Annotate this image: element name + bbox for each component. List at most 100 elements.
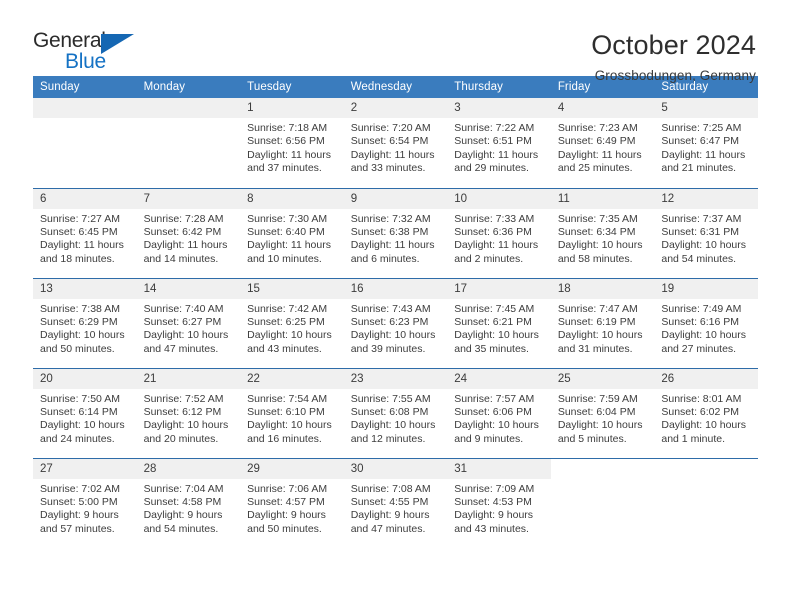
sunset-text: Sunset: 6:02 PM (661, 405, 740, 418)
calendar-week-row: 1 Sunrise: 7:18 AM Sunset: 6:56 PM Daylight… (33, 98, 758, 188)
calendar-day-cell[interactable]: 5 Sunrise: 7:25 AM Sunset: 6:47 PM Daylight… (654, 98, 758, 188)
calendar-day-cell[interactable]: 26 Sunrise: 8:01 AM Sunset: 6:02 PM Dayligh… (654, 367, 758, 458)
daylight-text: Daylight: 11 hours and 25 minutes. (557, 148, 642, 175)
title-block: October 2024 Grossbodungen, Germany (591, 28, 756, 83)
sunrise-text: Sunrise: 7:38 AM (40, 302, 120, 315)
day-number: 18 (550, 278, 655, 299)
daylight-text: Daylight: 9 hours and 50 minutes. (247, 509, 326, 535)
day-number: 10 (447, 188, 551, 209)
day-number: 11 (550, 188, 655, 209)
calendar-day-cell[interactable]: 28 Sunrise: 7:04 AM Sunset: 4:58 PM Dayligh… (136, 457, 241, 548)
day-sun-info: Sunrise: 7:18 AM Sunset: 6:56 PM Daylight:… (240, 118, 344, 176)
day-number: 19 (654, 278, 758, 299)
day-number (551, 459, 655, 479)
sunrise-text: Sunrise: 7:33 AM (454, 212, 535, 225)
sunset-text: Sunset: 6:16 PM (661, 315, 740, 328)
calendar-day-cell[interactable]: 8 Sunrise: 7:30 AM Sunset: 6:40 PM Daylight… (240, 187, 344, 278)
daylight-text: Daylight: 10 hours and 31 minutes. (557, 329, 643, 355)
sunrise-text: Sunrise: 7:43 AM (350, 302, 431, 315)
day-sun-info: Sunrise: 7:49 AM Sunset: 6:16 PM Daylight:… (654, 299, 758, 357)
calendar-cell-empty (33, 98, 137, 188)
calendar-day-cell[interactable]: 14 Sunrise: 7:40 AM Sunset: 6:27 PM Dayligh… (136, 277, 241, 368)
day-sun-info: Sunrise: 7:20 AM Sunset: 6:54 PM Daylight:… (344, 118, 448, 176)
calendar-table: Sunday Monday Tuesday Wednesday Thursday… (33, 76, 758, 548)
calendar-day-cell[interactable]: 2 Sunrise: 7:20 AM Sunset: 6:54 PM Daylight… (343, 98, 448, 188)
sunset-text: Sunset: 6:21 PM (454, 315, 532, 328)
sunrise-text: Sunrise: 8:01 AM (661, 392, 742, 405)
calendar-day-cell[interactable]: 27 Sunrise: 7:02 AM Sunset: 5:00 PM Dayligh… (33, 457, 137, 548)
calendar-day-cell[interactable]: 7 Sunrise: 7:28 AM Sunset: 6:42 PM Daylight… (136, 187, 241, 278)
sunrise-text: Sunrise: 7:04 AM (143, 482, 224, 495)
calendar-day-cell[interactable]: 31 Sunrise: 7:09 AM Sunset: 4:53 PM Dayligh… (447, 457, 551, 548)
day-sun-info: Sunrise: 7:54 AM Sunset: 6:10 PM Daylight:… (240, 389, 344, 447)
day-sun-info: Sunrise: 7:25 AM Sunset: 6:47 PM Daylight:… (654, 118, 758, 176)
calendar-day-cell[interactable]: 10 Sunrise: 7:33 AM Sunset: 6:36 PM Dayligh… (447, 187, 551, 278)
daylight-text: Daylight: 10 hours and 20 minutes. (143, 419, 229, 445)
sunrise-text: Sunrise: 7:49 AM (661, 302, 742, 315)
general-blue-logo[interactable]: General Blue (33, 28, 148, 80)
day-sun-info: Sunrise: 7:27 AM Sunset: 6:45 PM Daylight:… (33, 209, 137, 267)
calendar-day-cell[interactable]: 9 Sunrise: 7:32 AM Sunset: 6:38 PM Daylight… (343, 187, 448, 278)
daylight-text: Daylight: 10 hours and 1 minute. (661, 419, 747, 445)
calendar-day-cell[interactable]: 20 Sunrise: 7:50 AM Sunset: 6:14 PM Dayligh… (33, 367, 137, 458)
calendar-day-cell[interactable]: 23 Sunrise: 7:55 AM Sunset: 6:08 PM Dayligh… (343, 367, 448, 458)
weekday-header-tuesday: Tuesday (240, 76, 344, 98)
calendar-day-cell[interactable]: 11 Sunrise: 7:35 AM Sunset: 6:34 PM Dayligh… (550, 187, 655, 278)
calendar-day-cell[interactable]: 17 Sunrise: 7:45 AM Sunset: 6:21 PM Dayligh… (447, 277, 551, 368)
day-sun-info: Sunrise: 7:52 AM Sunset: 6:12 PM Daylight:… (137, 389, 241, 447)
sunrise-text: Sunrise: 7:55 AM (350, 392, 431, 405)
calendar-day-cell[interactable]: 21 Sunrise: 7:52 AM Sunset: 6:12 PM Dayligh… (136, 367, 241, 458)
day-sun-info: Sunrise: 7:08 AM Sunset: 4:55 PM Daylight:… (344, 479, 448, 537)
calendar-day-cell[interactable]: 29 Sunrise: 7:06 AM Sunset: 4:57 PM Dayligh… (240, 457, 344, 548)
sunrise-text: Sunrise: 7:08 AM (350, 482, 431, 495)
calendar-day-cell[interactable]: 16 Sunrise: 7:43 AM Sunset: 6:23 PM Dayligh… (343, 277, 448, 368)
calendar-week-row: 6 Sunrise: 7:27 AM Sunset: 6:45 PM Daylight… (33, 187, 758, 278)
sunrise-text: Sunrise: 7:30 AM (247, 212, 328, 225)
day-sun-info: Sunrise: 7:38 AM Sunset: 6:29 PM Daylight:… (33, 299, 137, 357)
daylight-text: Daylight: 11 hours and 2 minutes. (454, 239, 539, 265)
sunrise-text: Sunrise: 7:42 AM (247, 302, 328, 315)
calendar-day-cell[interactable]: 30 Sunrise: 7:08 AM Sunset: 4:55 PM Dayligh… (343, 457, 448, 548)
sunrise-text: Sunrise: 7:45 AM (454, 302, 535, 315)
day-number: 1 (240, 98, 344, 118)
daylight-text: Daylight: 10 hours and 16 minutes. (247, 419, 332, 445)
day-sun-info: Sunrise: 7:43 AM Sunset: 6:23 PM Daylight:… (344, 299, 448, 357)
day-sun-info: Sunrise: 7:50 AM Sunset: 6:14 PM Daylight:… (33, 389, 137, 447)
calendar-week-row: 20 Sunrise: 7:50 AM Sunset: 6:14 PM Dayligh… (33, 367, 758, 458)
calendar-day-cell[interactable]: 22 Sunrise: 7:54 AM Sunset: 6:10 PM Dayligh… (240, 367, 344, 458)
sunrise-text: Sunrise: 7:57 AM (454, 392, 535, 405)
sunset-text: Sunset: 5:00 PM (40, 495, 118, 508)
day-sun-info: Sunrise: 7:04 AM Sunset: 4:58 PM Daylight:… (137, 479, 241, 537)
calendar-day-cell[interactable]: 6 Sunrise: 7:27 AM Sunset: 6:45 PM Daylight… (33, 187, 137, 278)
daylight-text: Daylight: 9 hours and 43 minutes. (454, 509, 534, 535)
day-number: 23 (343, 368, 448, 389)
day-number: 7 (136, 188, 241, 209)
calendar-day-cell[interactable]: 12 Sunrise: 7:37 AM Sunset: 6:31 PM Dayligh… (654, 187, 758, 278)
calendar-day-cell[interactable]: 3 Sunrise: 7:22 AM Sunset: 6:51 PM Daylight… (447, 98, 551, 188)
day-sun-info: Sunrise: 7:47 AM Sunset: 6:19 PM Daylight:… (551, 299, 655, 357)
day-sun-info: Sunrise: 7:06 AM Sunset: 4:57 PM Daylight:… (240, 479, 344, 537)
sunset-text: Sunset: 6:19 PM (557, 315, 636, 328)
sunrise-text: Sunrise: 7:35 AM (557, 212, 638, 225)
sunset-text: Sunset: 6:06 PM (454, 405, 532, 418)
day-sun-info: Sunrise: 7:30 AM Sunset: 6:40 PM Daylight:… (240, 209, 344, 267)
calendar-day-cell[interactable]: 18 Sunrise: 7:47 AM Sunset: 6:19 PM Dayligh… (550, 277, 655, 368)
logo-text-general: General (33, 29, 106, 52)
daylight-text: Daylight: 11 hours and 18 minutes. (40, 239, 124, 265)
day-number (136, 98, 241, 118)
day-number: 8 (240, 188, 344, 209)
calendar-day-cell[interactable]: 13 Sunrise: 7:38 AM Sunset: 6:29 PM Dayligh… (33, 277, 137, 368)
calendar-day-cell[interactable]: 19 Sunrise: 7:49 AM Sunset: 6:16 PM Dayligh… (654, 277, 758, 368)
sunrise-text: Sunrise: 7:18 AM (247, 122, 328, 134)
sunset-text: Sunset: 6:31 PM (661, 225, 740, 238)
calendar-day-cell[interactable]: 25 Sunrise: 7:59 AM Sunset: 6:04 PM Dayligh… (550, 367, 655, 458)
calendar-day-cell[interactable]: 24 Sunrise: 7:57 AM Sunset: 6:06 PM Dayligh… (447, 367, 551, 458)
page-title: October 2024 (591, 30, 756, 60)
sunrise-text: Sunrise: 7:09 AM (454, 482, 535, 495)
calendar-cell-empty (654, 457, 758, 548)
day-number: 26 (654, 368, 758, 389)
calendar-day-cell[interactable]: 15 Sunrise: 7:42 AM Sunset: 6:25 PM Dayligh… (240, 277, 344, 368)
calendar-day-cell[interactable]: 1 Sunrise: 7:18 AM Sunset: 6:56 PM Daylight… (240, 98, 344, 188)
calendar-day-cell[interactable]: 4 Sunrise: 7:23 AM Sunset: 6:49 PM Daylight… (550, 98, 655, 188)
day-sun-info: Sunrise: 7:02 AM Sunset: 5:00 PM Daylight:… (33, 479, 137, 537)
